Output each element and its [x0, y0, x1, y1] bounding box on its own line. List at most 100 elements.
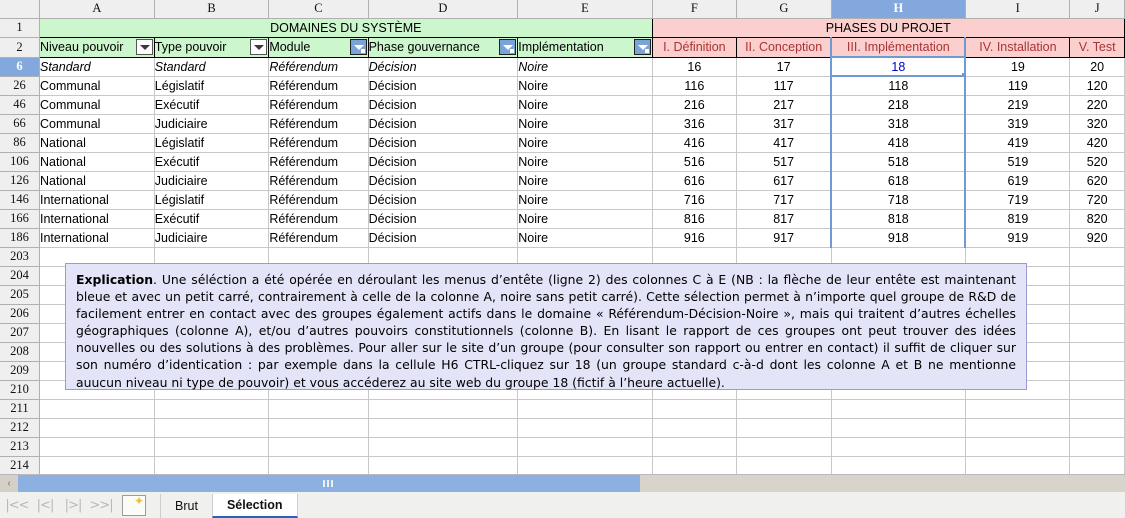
cell-B186[interactable]: Judiciaire — [154, 228, 270, 248]
cell-J186[interactable]: 920 — [1069, 228, 1125, 248]
cell-J166[interactable]: 820 — [1069, 209, 1125, 229]
cell-A214[interactable] — [39, 456, 155, 474]
column-header-f[interactable]: F — [652, 0, 738, 19]
cell-J210[interactable] — [1069, 380, 1125, 400]
row-header-166[interactable]: 166 — [0, 209, 40, 229]
cell-F214[interactable] — [652, 456, 738, 474]
cell-B66[interactable]: Judiciaire — [154, 114, 270, 134]
cell-G106[interactable]: 517 — [736, 152, 832, 172]
cell-G66[interactable]: 317 — [736, 114, 832, 134]
cell-G6[interactable]: 17 — [736, 57, 832, 77]
cell-A6[interactable]: Standard — [39, 57, 155, 77]
horizontal-scrollbar[interactable]: ‹ — [0, 474, 1125, 492]
cell-J213[interactable] — [1069, 437, 1125, 457]
cell-C126[interactable]: Référendum — [268, 171, 369, 191]
cell-C214[interactable] — [268, 456, 369, 474]
table-row[interactable]: 86 National Législatif Référendum Décision No… — [0, 133, 1125, 153]
cell-F166[interactable]: 816 — [652, 209, 738, 229]
cell-H86[interactable]: 418 — [830, 133, 967, 153]
row-header-213[interactable]: 213 — [0, 437, 40, 457]
filter-dropdown-icon[interactable] — [135, 39, 153, 55]
row-header-86[interactable]: 86 — [0, 133, 40, 153]
cell-G126[interactable]: 617 — [736, 171, 832, 191]
table-row[interactable]: 166 International Exécutif Référendum Décisi… — [0, 209, 1125, 229]
cell-G46[interactable]: 217 — [736, 95, 832, 115]
row-header-208[interactable]: 208 — [0, 342, 40, 362]
cell-J211[interactable] — [1069, 399, 1125, 419]
cell-E86[interactable]: Noire — [517, 133, 653, 153]
cell-C212[interactable] — [268, 418, 369, 438]
sheet-grid-area[interactable]: A B C D E F G H I J 1 DOMAINES DU SYSTÈME PHASES DU … — [0, 0, 1125, 474]
cell-H6[interactable]: 18 — [830, 56, 967, 77]
cell-A126[interactable]: National — [39, 171, 155, 191]
column-header-a[interactable]: A — [39, 0, 155, 19]
row-header-212[interactable]: 212 — [0, 418, 40, 438]
cell-A213[interactable] — [39, 437, 155, 457]
cell-C106[interactable]: Référendum — [268, 152, 369, 172]
cell-E186[interactable]: Noire — [517, 228, 653, 248]
cell-H166[interactable]: 818 — [830, 209, 967, 229]
cell-A106[interactable]: National — [39, 152, 155, 172]
cell-H126[interactable]: 618 — [830, 171, 967, 191]
column-header-j[interactable]: J — [1069, 0, 1125, 19]
next-sheet-icon[interactable]: |>| — [60, 494, 86, 516]
cell-F6[interactable]: 16 — [652, 57, 738, 77]
cell-J6[interactable]: 20 — [1069, 57, 1125, 77]
row-header-205[interactable]: 205 — [0, 285, 40, 305]
cell-D211[interactable] — [368, 399, 519, 419]
cell-I26[interactable]: 119 — [965, 76, 1071, 96]
cell-D26[interactable]: Décision — [368, 76, 519, 96]
cell-C166[interactable]: Référendum — [268, 209, 369, 229]
cell-B106[interactable]: Exécutif — [154, 152, 270, 172]
sheet-tab-brut[interactable]: Brut — [160, 494, 212, 518]
cell-E46[interactable]: Noire — [517, 95, 653, 115]
cell-I212[interactable] — [965, 418, 1071, 438]
cell-C86[interactable]: Référendum — [268, 133, 369, 153]
table-row[interactable]: 146 International Législatif Référendum Déci… — [0, 190, 1125, 210]
cell-F26[interactable]: 116 — [652, 76, 738, 96]
cell-E213[interactable] — [517, 437, 653, 457]
cell-C186[interactable]: Référendum — [268, 228, 369, 248]
cell-I214[interactable] — [965, 456, 1071, 474]
row-header-1[interactable]: 1 — [0, 18, 40, 38]
previous-sheet-icon[interactable]: |<| — [32, 494, 58, 516]
cell-D46[interactable]: Décision — [368, 95, 519, 115]
cell-J86[interactable]: 420 — [1069, 133, 1125, 153]
cell-H186[interactable]: 918 — [830, 228, 967, 248]
cell-H46[interactable]: 218 — [830, 95, 967, 115]
cell-C146[interactable]: Référendum — [268, 190, 369, 210]
row-header-6[interactable]: 6 — [0, 57, 40, 77]
cell-J46[interactable]: 220 — [1069, 95, 1125, 115]
cell-D86[interactable]: Décision — [368, 133, 519, 153]
cell-H26[interactable]: 118 — [830, 76, 967, 96]
row-header-206[interactable]: 206 — [0, 304, 40, 324]
row-header-26[interactable]: 26 — [0, 76, 40, 96]
cell-B213[interactable] — [154, 437, 270, 457]
row-header-106[interactable]: 106 — [0, 152, 40, 172]
row-header-207[interactable]: 207 — [0, 323, 40, 343]
cell-A46[interactable]: Communal — [39, 95, 155, 115]
cell-F126[interactable]: 616 — [652, 171, 738, 191]
cell-A211[interactable] — [39, 399, 155, 419]
filter-dropdown-icon[interactable] — [499, 39, 517, 55]
cell-A212[interactable] — [39, 418, 155, 438]
cell-H213[interactable] — [831, 437, 966, 457]
table-row[interactable]: 186 International Judiciaire Référendum Déci… — [0, 228, 1125, 248]
sheet-tab-slection[interactable]: Sélection — [211, 494, 298, 518]
cell-G26[interactable]: 117 — [736, 76, 832, 96]
cell-J208[interactable] — [1069, 342, 1125, 362]
cell-A166[interactable]: International — [39, 209, 155, 229]
cell-E66[interactable]: Noire — [517, 114, 653, 134]
table-row-empty[interactable]: 214 — [0, 456, 1125, 474]
cell-A66[interactable]: Communal — [39, 114, 155, 134]
row-header-209[interactable]: 209 — [0, 361, 40, 381]
cell-B211[interactable] — [154, 399, 270, 419]
sheet-tab-bar[interactable]: |<< |<| |>| >>| ✦ Brut Sélection — [0, 492, 1125, 518]
select-all-corner[interactable] — [0, 0, 40, 19]
cell-J66[interactable]: 320 — [1069, 114, 1125, 134]
column-header-i[interactable]: I — [965, 0, 1071, 19]
cell-F186[interactable]: 916 — [652, 228, 738, 248]
cell-H212[interactable] — [831, 418, 966, 438]
cell-B86[interactable]: Législatif — [154, 133, 270, 153]
cell-I186[interactable]: 919 — [965, 228, 1071, 248]
